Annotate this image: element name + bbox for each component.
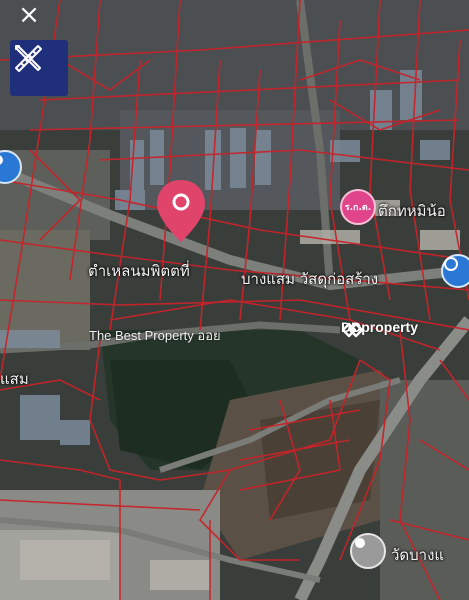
location-icon — [0, 155, 3, 165]
poi-marker-pink[interactable]: ร.ก.ต. — [340, 189, 376, 225]
measure-tool-button[interactable] — [10, 40, 68, 96]
poi-marker-gray[interactable] — [350, 533, 386, 569]
map-pin-icon[interactable] — [155, 178, 207, 244]
ddproperty-logo-icon — [341, 322, 363, 338]
poi-badge-text: ร.ก.ต. — [344, 203, 372, 213]
satellite-map — [0, 0, 469, 600]
poi-marker-blue[interactable] — [441, 254, 469, 288]
location-icon — [355, 538, 365, 548]
close-button[interactable]: × — [6, 2, 52, 28]
ddproperty-logo: DDproperty — [341, 319, 418, 338]
place-label-bottom-right: วัดบางแ — [391, 546, 445, 564]
map-view[interactable]: × ตึกทหมิน้อ ตำเหลนมพิตตที่ บางแสม วัสดุ… — [0, 0, 469, 600]
agent-watermark: The Best Property ออย — [89, 328, 221, 343]
place-label-top-right: ตึกทหมิน้อ — [378, 202, 446, 220]
road-label-center-left: ตำเหลนมพิตตที่ — [88, 262, 190, 280]
area-label-left: แสม — [0, 370, 29, 388]
info-icon — [444, 257, 458, 271]
ruler-pencil-icon — [15, 45, 42, 72]
close-icon: × — [18, 0, 40, 30]
road-label-center-right: บางแสม วัสดุก่อสร้าง — [241, 270, 379, 288]
